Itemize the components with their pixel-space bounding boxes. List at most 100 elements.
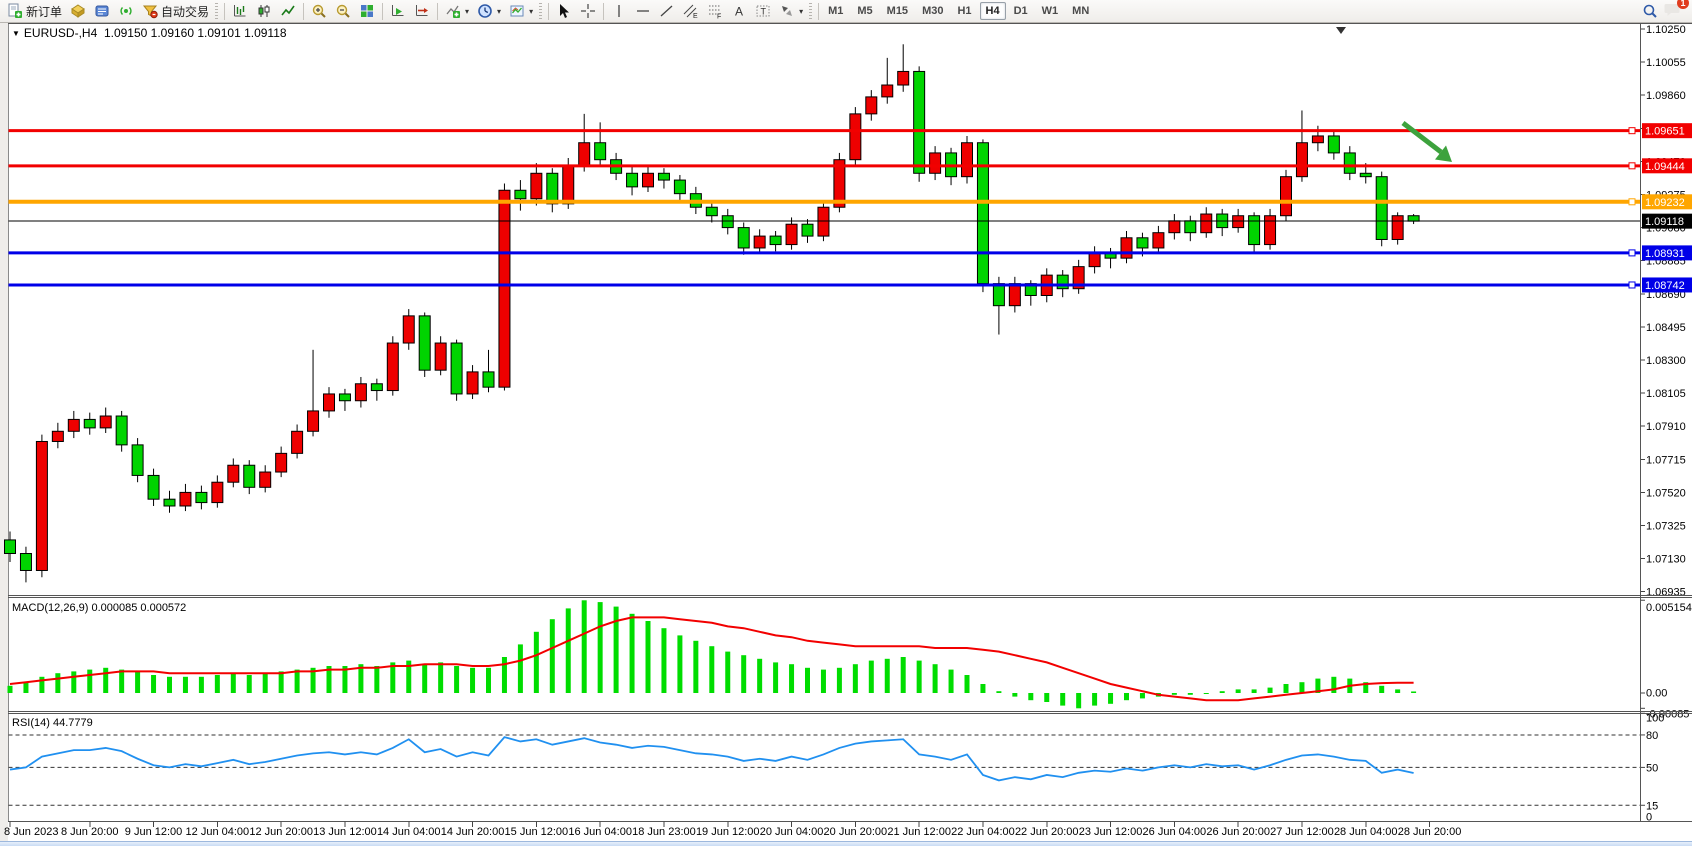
macd-bar	[1268, 688, 1273, 693]
fibonacci-tool-button[interactable]: F	[703, 1, 727, 21]
notifications-button[interactable]: 1	[1664, 1, 1682, 22]
toolbar-grip[interactable]	[539, 3, 542, 20]
price-tag: 1.09232	[1642, 194, 1692, 209]
auto-trading-button[interactable]: 自动交易	[138, 1, 213, 21]
svg-text:1.10250: 1.10250	[1646, 24, 1686, 36]
candle	[1089, 253, 1100, 267]
tile-windows-button[interactable]	[355, 1, 379, 21]
time-axis[interactable]: 8 Jun 20238 Jun 20:009 Jun 12:0012 Jun 0…	[4, 822, 1461, 839]
candle	[244, 465, 255, 487]
shift-marker-icon[interactable]	[1336, 27, 1346, 34]
candle	[914, 71, 925, 173]
horizontal-line[interactable]	[9, 250, 1641, 256]
chevron-down-icon: ▾	[465, 7, 469, 16]
timeframe-h4[interactable]: H4	[980, 2, 1006, 20]
horizontal-line-tool-button[interactable]	[631, 1, 655, 21]
candle	[260, 472, 271, 487]
rsi-line	[10, 737, 1414, 780]
candle	[451, 343, 462, 394]
data-window-button[interactable]	[90, 1, 114, 21]
candle	[866, 97, 877, 114]
zoom-out-button[interactable]	[331, 1, 355, 21]
indicators-button[interactable]: ▾	[441, 1, 473, 21]
line-anchor[interactable]	[1629, 199, 1635, 205]
time-label: 9 Jun 12:00	[125, 826, 183, 838]
macd-bar	[1076, 693, 1081, 708]
timeframe-m1[interactable]: M1	[822, 2, 849, 20]
new-order-button[interactable]: 新订单	[3, 1, 66, 21]
macd-bar	[1108, 693, 1113, 704]
macd-bar	[550, 619, 555, 693]
time-label: 14 Jun 20:00	[441, 826, 505, 838]
horizontal-line[interactable]	[9, 199, 1641, 205]
timeframe-m15[interactable]: M15	[881, 2, 914, 20]
line-anchor[interactable]	[1629, 128, 1635, 134]
svg-text:1.09118: 1.09118	[1645, 216, 1684, 228]
horizontal-line[interactable]	[9, 163, 1641, 169]
line-anchor[interactable]	[1629, 163, 1635, 169]
toolbar-grip[interactable]	[215, 3, 218, 20]
candle	[1153, 233, 1164, 248]
trend-arrow-annotation[interactable]	[1403, 123, 1452, 162]
crosshair-tool-button[interactable]	[576, 1, 600, 21]
line-anchor[interactable]	[1629, 282, 1635, 288]
equidistant-channel-tool-button[interactable]: E	[679, 1, 703, 21]
chart-canvas[interactable]: 1.102501.100551.098601.096651.094701.092…	[0, 23, 1692, 841]
timeframe-d1[interactable]: D1	[1008, 2, 1034, 20]
templates-button[interactable]: ▾	[505, 1, 537, 21]
periods-button[interactable]: ▾	[473, 1, 505, 21]
svg-text:1.09860: 1.09860	[1646, 90, 1686, 102]
chart-window[interactable]: ▼EURUSD-,H4 1.09150 1.09160 1.09101 1.09…	[0, 23, 1692, 841]
macd-bar	[71, 671, 76, 693]
status-bar	[0, 841, 1692, 846]
macd-bar	[646, 621, 651, 693]
macd-bar	[1379, 686, 1384, 693]
auto-scroll-button[interactable]	[386, 1, 410, 21]
candle	[658, 173, 669, 180]
chart-shift-button[interactable]	[410, 1, 434, 21]
vertical-line-tool-button[interactable]	[607, 1, 631, 21]
timeframe-m5[interactable]: M5	[851, 2, 878, 20]
text-label-tool-button[interactable]: T	[751, 1, 775, 21]
zoom-in-button[interactable]	[307, 1, 331, 21]
macd-bar	[518, 644, 523, 693]
time-label: 8 Jun 20:00	[61, 826, 119, 838]
bar-chart-button[interactable]	[228, 1, 252, 21]
horizontal-line[interactable]	[9, 128, 1641, 134]
candle	[84, 419, 95, 427]
line-anchor[interactable]	[1629, 250, 1635, 256]
macd-bar	[949, 670, 954, 693]
candle	[786, 224, 797, 244]
toolbar-grip[interactable]	[809, 3, 812, 20]
timeframe-w1[interactable]: W1	[1036, 2, 1065, 20]
macd-bar	[582, 600, 587, 693]
text-tool-button[interactable]: A	[727, 1, 751, 21]
timeframe-m30[interactable]: M30	[916, 2, 949, 20]
signals-button[interactable]	[114, 1, 138, 21]
candle	[276, 453, 287, 472]
candle	[993, 284, 1004, 306]
time-label: 18 Jun 23:00	[632, 826, 696, 838]
toolbar-separator	[548, 3, 549, 20]
candle	[1408, 216, 1419, 221]
macd-bar	[8, 686, 13, 693]
arrow-tools-button[interactable]: ▾	[775, 1, 807, 21]
line-chart-button[interactable]	[276, 1, 300, 21]
toolbar-separator	[382, 3, 383, 20]
toolbar-separator	[818, 3, 819, 20]
search-icon[interactable]	[1642, 3, 1658, 19]
horizontal-line[interactable]	[9, 282, 1641, 288]
candlestick-chart-button[interactable]	[252, 1, 276, 21]
market-watch-button[interactable]	[66, 1, 90, 21]
time-label: 27 Jun 12:00	[1270, 826, 1334, 838]
time-label: 20 Jun 04:00	[760, 826, 824, 838]
macd-bar	[502, 657, 507, 693]
time-label: 26 Jun 20:00	[1206, 826, 1270, 838]
macd-bar	[1124, 693, 1129, 700]
toolbar-separator	[603, 3, 604, 20]
macd-bar	[231, 673, 236, 693]
timeframe-h1[interactable]: H1	[951, 2, 977, 20]
cursor-tool-button[interactable]	[552, 1, 576, 21]
timeframe-mn[interactable]: MN	[1066, 2, 1095, 20]
trendline-tool-button[interactable]	[655, 1, 679, 21]
